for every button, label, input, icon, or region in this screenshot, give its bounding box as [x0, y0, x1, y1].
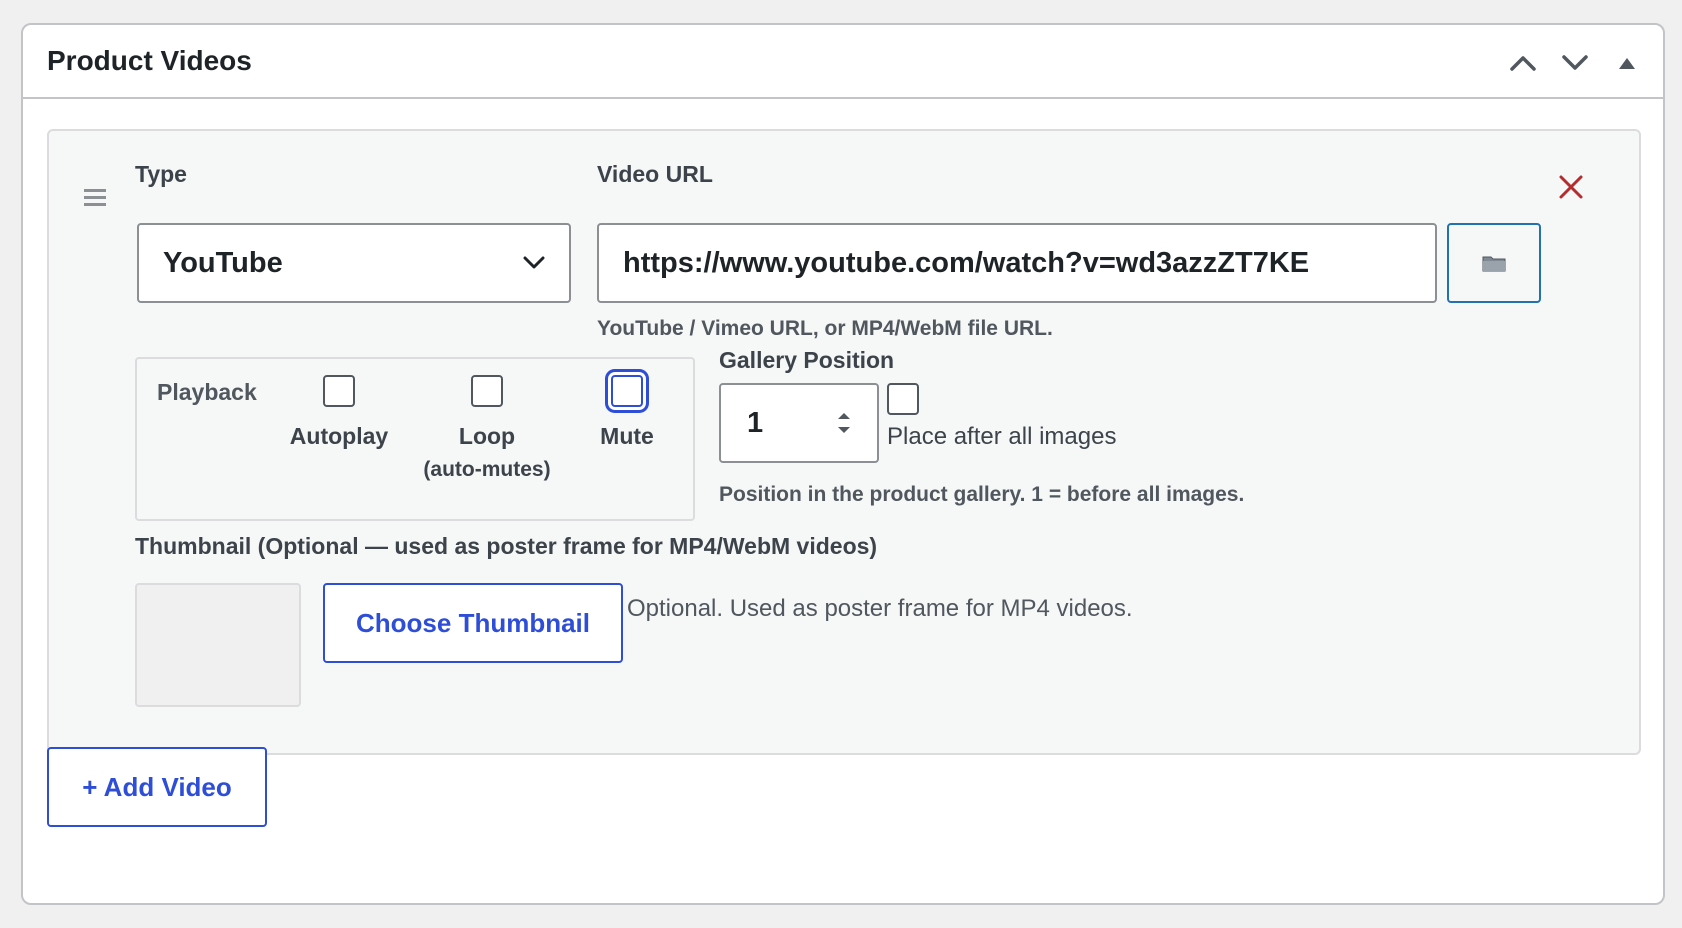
- mute-option: Mute: [577, 375, 677, 455]
- loop-option: Loop (auto-mutes): [409, 375, 565, 485]
- type-select[interactable]: YouTube: [137, 223, 571, 303]
- spinner-up-icon: [838, 413, 850, 419]
- select-media-button[interactable]: [1447, 223, 1541, 303]
- gallery-position-input[interactable]: 1: [719, 383, 879, 463]
- drag-handle-icon[interactable]: [83, 187, 107, 209]
- product-videos-metabox: Product Videos Type YouTube Video URL ht…: [21, 23, 1665, 905]
- thumbnail-note: Optional. Used as poster frame for MP4 v…: [627, 595, 1133, 622]
- metabox-header: Product Videos: [23, 25, 1663, 99]
- type-select-value: YouTube: [163, 246, 283, 279]
- gallery-position-label: Gallery Position: [719, 347, 895, 373]
- place-after-wrapper: [887, 383, 919, 415]
- chevron-down-icon: [1562, 55, 1588, 70]
- loop-label: Loop: [458, 423, 516, 449]
- chevron-down-icon: [523, 256, 545, 269]
- gallery-position-help: Position in the product gallery. 1 = bef…: [719, 483, 1245, 506]
- choose-thumbnail-button[interactable]: Choose Thumbnail: [323, 583, 623, 663]
- autoplay-checkbox[interactable]: [323, 375, 355, 407]
- metabox-handle-actions: [1499, 41, 1651, 85]
- move-down-button[interactable]: [1551, 41, 1599, 85]
- spinner-down-icon: [838, 427, 850, 433]
- video-item: Type YouTube Video URL https://www.youtu…: [47, 129, 1641, 755]
- thumbnail-preview: [135, 583, 301, 707]
- video-url-label: Video URL: [597, 161, 713, 187]
- toggle-panel-button[interactable]: [1603, 41, 1651, 85]
- thumbnail-label: Thumbnail (Optional — used as poster fra…: [135, 533, 878, 559]
- move-up-button[interactable]: [1499, 41, 1547, 85]
- playback-label: Playback: [157, 379, 257, 405]
- loop-checkbox[interactable]: [471, 375, 503, 407]
- mute-checkbox[interactable]: [611, 375, 643, 407]
- triangle-up-icon: [1619, 58, 1635, 69]
- chevron-up-icon: [1510, 56, 1536, 71]
- close-icon: [1559, 175, 1583, 199]
- loop-sublabel: (auto-mutes): [423, 458, 551, 481]
- video-url-help: YouTube / Vimeo URL, or MP4/WebM file UR…: [597, 317, 1053, 340]
- gallery-position-value: 1: [747, 406, 764, 439]
- remove-video-button[interactable]: [1553, 169, 1589, 205]
- video-url-input[interactable]: https://www.youtube.com/watch?v=wd3azzZT…: [597, 223, 1437, 303]
- add-video-button[interactable]: + Add Video: [47, 747, 267, 827]
- mute-label: Mute: [600, 423, 654, 449]
- place-after-label: Place after all images: [887, 423, 1117, 450]
- place-after-checkbox[interactable]: [887, 383, 919, 415]
- metabox-title: Product Videos: [47, 45, 252, 76]
- number-spinner[interactable]: [837, 412, 851, 434]
- folder-icon: [1482, 256, 1506, 272]
- autoplay-option: Autoplay: [283, 375, 395, 455]
- type-label: Type: [135, 161, 187, 187]
- playback-fieldset: Playback Autoplay Loop (auto-mutes) Mute: [135, 357, 695, 521]
- autoplay-label: Autoplay: [289, 423, 389, 449]
